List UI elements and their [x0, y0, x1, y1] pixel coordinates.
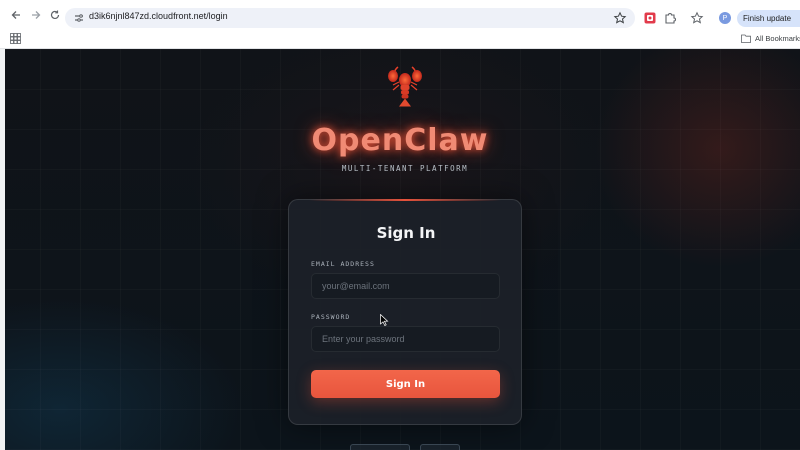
- star-icon[interactable]: [690, 11, 704, 25]
- footer-chip-left[interactable]: [350, 444, 410, 450]
- puzzle-icon[interactable]: [663, 11, 677, 25]
- browser-chrome: d3ik6njnl847zd.cloudfront.net/login P Fi…: [0, 0, 800, 49]
- sign-in-card: Sign In EMAIL ADDRESS PASSWORD Sign In: [288, 199, 522, 425]
- forward-arrow-icon[interactable]: [28, 7, 44, 23]
- lobster-logo: [388, 66, 422, 107]
- email-field[interactable]: [311, 273, 500, 299]
- reload-icon[interactable]: [47, 7, 63, 23]
- site-info-icon[interactable]: [73, 12, 85, 24]
- url-text[interactable]: d3ik6njnl847zd.cloudfront.net/login: [89, 11, 228, 21]
- folder-icon: [741, 34, 751, 43]
- brand-title: OpenClaw: [311, 123, 489, 158]
- brand-subtitle: MULTI-TENANT PLATFORM: [341, 164, 469, 173]
- login-page: OpenClaw MULTI-TENANT PLATFORM Sign In E…: [0, 49, 800, 450]
- apps-grid-icon[interactable]: [10, 33, 21, 44]
- back-arrow-icon[interactable]: [8, 7, 24, 23]
- mouse-cursor-icon: [380, 314, 389, 326]
- all-bookmarks-button[interactable]: All Bookmarks: [741, 34, 800, 43]
- profile-avatar[interactable]: P: [719, 12, 731, 24]
- bookmarks-bar: All Bookmarks: [0, 30, 800, 49]
- extension-icon[interactable]: [643, 11, 657, 25]
- address-bar[interactable]: d3ik6njnl847zd.cloudfront.net/login: [65, 8, 635, 28]
- password-label: PASSWORD: [311, 313, 351, 321]
- footer-chip-right[interactable]: [420, 444, 460, 450]
- bookmark-star-icon[interactable]: [613, 11, 627, 25]
- sign-in-button[interactable]: Sign In: [311, 370, 500, 398]
- password-field[interactable]: [311, 326, 500, 352]
- window-edge: [0, 49, 5, 450]
- sign-in-title: Sign In: [376, 224, 436, 242]
- all-bookmarks-label: All Bookmarks: [755, 34, 800, 43]
- finish-update-button[interactable]: Finish update: [737, 10, 800, 27]
- browser-toolbar: d3ik6njnl847zd.cloudfront.net/login P Fi…: [0, 0, 800, 30]
- email-label: EMAIL ADDRESS: [311, 260, 375, 268]
